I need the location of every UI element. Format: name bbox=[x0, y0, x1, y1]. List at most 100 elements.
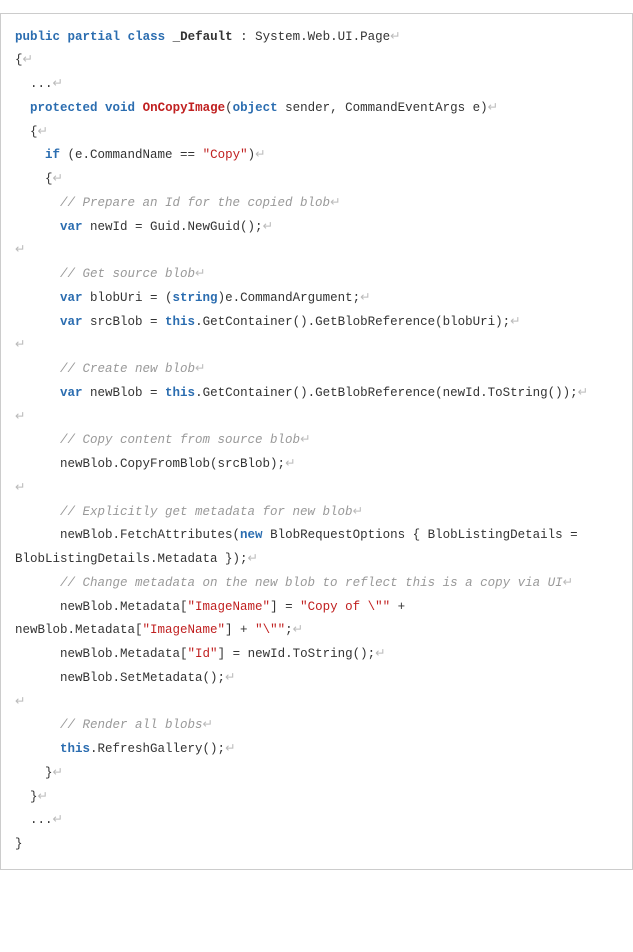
code-token-cm: // Change metadata on the new blob to re… bbox=[60, 576, 563, 590]
code-token-nl: ↵ bbox=[53, 77, 63, 91]
code-token-cm: // Create new blob bbox=[60, 362, 195, 376]
code-token: ] = bbox=[270, 600, 300, 614]
code-token-nl: ↵ bbox=[195, 267, 205, 281]
code-token-kw: string bbox=[173, 291, 218, 305]
code-token-kw: class bbox=[128, 30, 166, 44]
code-token-kw: object bbox=[233, 101, 278, 115]
code-token-kw: var bbox=[60, 315, 83, 329]
code-token-nl: ↵ bbox=[53, 172, 63, 186]
code-token-nl: ↵ bbox=[255, 148, 265, 162]
code-token-nl: ↵ bbox=[53, 813, 63, 827]
code-token-kw: this bbox=[165, 315, 195, 329]
code-token-nl: ↵ bbox=[375, 647, 385, 661]
code-token-nl: ↵ bbox=[510, 315, 520, 329]
code-token-kw: this bbox=[60, 742, 90, 756]
code-token-nl: ↵ bbox=[225, 671, 235, 685]
code-token-mn: OnCopyImage bbox=[143, 101, 226, 115]
code-token: ( bbox=[225, 101, 233, 115]
code-content: public partial class _Default : System.W… bbox=[15, 30, 588, 852]
code-token: ] + bbox=[225, 623, 255, 637]
code-token: } bbox=[15, 790, 38, 804]
code-token: } bbox=[15, 837, 23, 851]
code-token: )e.CommandArgument; bbox=[218, 291, 361, 305]
code-token-kw: var bbox=[60, 220, 83, 234]
code-token: ... bbox=[15, 77, 53, 91]
code-token-kw: if bbox=[45, 148, 60, 162]
code-token-nl: ↵ bbox=[38, 125, 48, 139]
code-token-cm: // Get source blob bbox=[60, 267, 195, 281]
code-token: (e.CommandName == bbox=[60, 148, 203, 162]
code-token-nl: ↵ bbox=[38, 790, 48, 804]
code-token-nl: ↵ bbox=[353, 505, 363, 519]
code-token-str: "ImageName" bbox=[188, 600, 271, 614]
code-token: { bbox=[15, 172, 53, 186]
code-token bbox=[15, 101, 30, 115]
code-token-nl: ↵ bbox=[53, 766, 63, 780]
code-token-kw: this bbox=[165, 386, 195, 400]
code-token-nl: ↵ bbox=[360, 291, 370, 305]
code-token bbox=[15, 718, 60, 732]
code-token: { bbox=[15, 53, 23, 67]
code-token-nl: ↵ bbox=[248, 552, 258, 566]
code-token-nl: ↵ bbox=[330, 196, 340, 210]
code-token-nl: ↵ bbox=[578, 386, 588, 400]
code-token bbox=[15, 220, 60, 234]
code-token-nl: ↵ bbox=[390, 30, 400, 44]
code-token-nl: ↵ bbox=[203, 718, 213, 732]
code-token bbox=[15, 196, 60, 210]
code-token: ; bbox=[285, 623, 293, 637]
code-token: ) bbox=[248, 148, 256, 162]
code-token-cm: // Prepare an Id for the copied blob bbox=[60, 196, 330, 210]
code-token bbox=[165, 30, 173, 44]
code-token: blobUri = ( bbox=[83, 291, 173, 305]
code-token-nl: ↵ bbox=[225, 742, 235, 756]
code-token-nl: ↵ bbox=[23, 53, 33, 67]
code-token-nl: ↵ bbox=[15, 695, 25, 709]
code-token-nl: ↵ bbox=[293, 623, 303, 637]
code-token bbox=[15, 148, 45, 162]
code-token bbox=[15, 576, 60, 590]
code-token bbox=[15, 505, 60, 519]
code-token-str: "Copy" bbox=[203, 148, 248, 162]
code-token: } bbox=[15, 766, 53, 780]
code-token-str: "Id" bbox=[188, 647, 218, 661]
code-token bbox=[120, 30, 128, 44]
code-token: newBlob.Metadata[ bbox=[15, 647, 188, 661]
code-token-kw: public bbox=[15, 30, 60, 44]
code-token-nl: ↵ bbox=[263, 220, 273, 234]
code-token bbox=[15, 315, 60, 329]
code-token: newBlob.SetMetadata(); bbox=[15, 671, 225, 685]
code-token bbox=[15, 742, 60, 756]
code-token bbox=[15, 267, 60, 281]
code-token: newBlob = bbox=[83, 386, 166, 400]
code-token-kw: var bbox=[60, 386, 83, 400]
code-token-cm: // Copy content from source blob bbox=[60, 433, 300, 447]
code-token-nl: ↵ bbox=[15, 338, 25, 352]
code-token-cls: _Default bbox=[173, 30, 233, 44]
code-token bbox=[15, 386, 60, 400]
code-token: newBlob.FetchAttributes( bbox=[15, 528, 240, 542]
code-token: newBlob.CopyFromBlob(srcBlob); bbox=[15, 457, 285, 471]
code-token: .RefreshGallery(); bbox=[90, 742, 225, 756]
code-token-nl: ↵ bbox=[15, 481, 25, 495]
code-token bbox=[15, 362, 60, 376]
code-token: .GetContainer().GetBlobReference(blobUri… bbox=[195, 315, 510, 329]
code-token-kw: protected bbox=[30, 101, 98, 115]
code-token-nl: ↵ bbox=[488, 101, 498, 115]
code-token-kw: partial bbox=[68, 30, 121, 44]
code-token: srcBlob = bbox=[83, 315, 166, 329]
code-token-cm: // Render all blobs bbox=[60, 718, 203, 732]
code-token-kw: var bbox=[60, 291, 83, 305]
code-token: { bbox=[15, 125, 38, 139]
code-token-kw: void bbox=[105, 101, 135, 115]
code-token: : System.Web.UI.Page bbox=[233, 30, 391, 44]
code-token-str: "\"" bbox=[255, 623, 285, 637]
code-token bbox=[60, 30, 68, 44]
code-token-nl: ↵ bbox=[195, 362, 205, 376]
code-token: ... bbox=[15, 813, 53, 827]
code-token bbox=[98, 101, 106, 115]
code-token bbox=[135, 101, 143, 115]
code-token bbox=[15, 433, 60, 447]
code-token-str: "Copy of \"" bbox=[300, 600, 390, 614]
code-token-nl: ↵ bbox=[285, 457, 295, 471]
